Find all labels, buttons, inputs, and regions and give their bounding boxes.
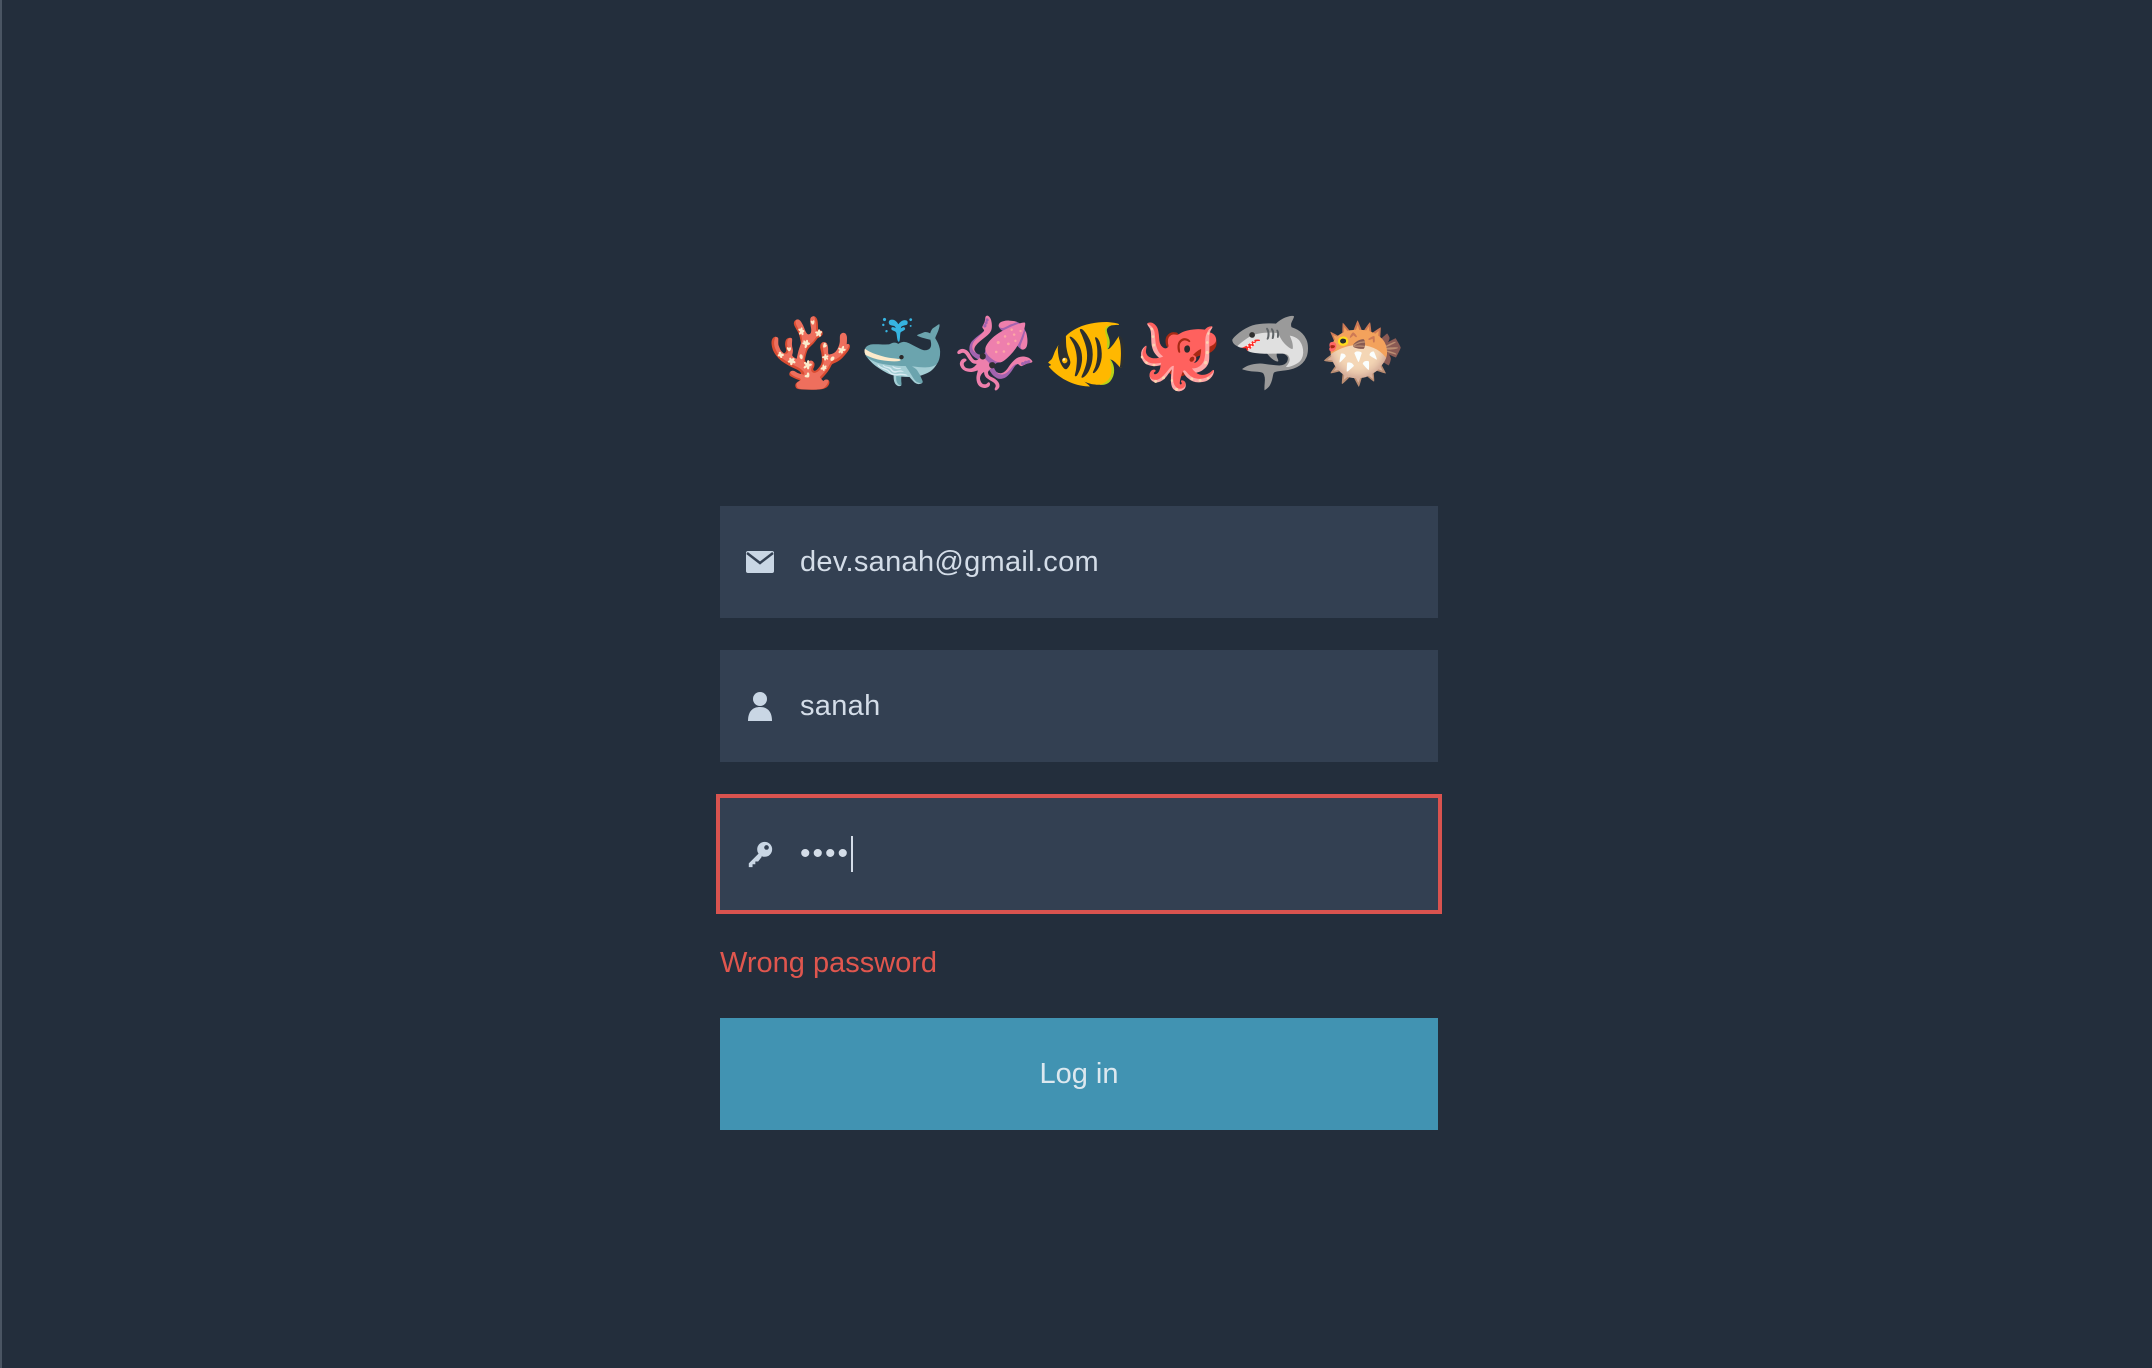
blowfish-icon: 🐡 xyxy=(1319,314,1407,392)
tropical-fish-icon: 🐠 xyxy=(1043,314,1131,392)
username-value: sanah xyxy=(800,689,881,722)
key-icon xyxy=(746,840,774,868)
login-button[interactable]: Log in xyxy=(720,1018,1438,1130)
username-field[interactable]: sanah xyxy=(720,650,1438,762)
email-field[interactable]: dev.sanah@gmail.com xyxy=(720,506,1438,618)
shark-icon: 🦈 xyxy=(1227,314,1315,392)
octopus-icon: 🐙 xyxy=(1135,314,1223,392)
password-field[interactable]: •••• xyxy=(716,794,1442,914)
user-icon xyxy=(746,692,774,721)
coral-icon: 🪸 xyxy=(767,314,855,392)
envelope-icon xyxy=(746,548,774,576)
error-message: Wrong password xyxy=(720,947,938,979)
login-form: 🪸 🐳 🦑 🐠 🐙 🦈 🐡 dev.sanah@gmail.com sanah xyxy=(716,312,1442,1130)
squid-icon: 🦑 xyxy=(951,314,1039,392)
password-mask: •••• xyxy=(800,837,851,870)
whale-icon: 🐳 xyxy=(859,314,947,392)
sea-creatures-banner: 🪸 🐳 🦑 🐠 🐙 🦈 🐡 xyxy=(720,312,1438,394)
text-cursor xyxy=(851,836,854,872)
email-value: dev.sanah@gmail.com xyxy=(800,545,1099,578)
password-value: •••• xyxy=(800,836,854,872)
